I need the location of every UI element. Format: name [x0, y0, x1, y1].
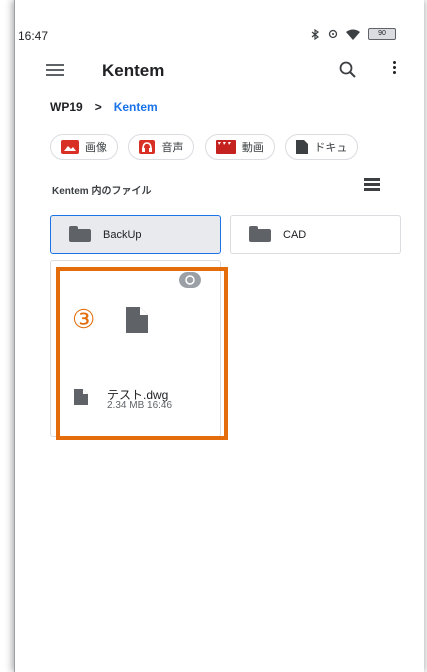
chip-images[interactable]: 画像 — [50, 134, 118, 160]
audio-icon — [139, 140, 156, 154]
chip-documents[interactable]: ドキュ — [285, 134, 359, 160]
breadcrumb: WP19 > Kentem — [50, 100, 158, 114]
hamburger-menu-icon[interactable] — [46, 64, 64, 78]
list-view-icon[interactable] — [364, 178, 380, 192]
image-icon — [61, 140, 79, 154]
folder-icon — [69, 226, 91, 242]
status-icons: 90 — [311, 28, 396, 40]
breadcrumb-current[interactable]: Kentem — [114, 100, 158, 114]
app-title: Kentem — [102, 61, 165, 80]
document-icon — [296, 140, 309, 154]
battery-icon: 90 — [368, 28, 396, 40]
chip-video[interactable]: 動画 — [204, 134, 275, 160]
video-icon — [215, 140, 236, 154]
search-icon[interactable] — [338, 60, 358, 80]
filter-chips: 画像 音声 動画 ドキュ — [50, 134, 420, 160]
breadcrumb-separator: > — [94, 100, 102, 114]
chip-audio[interactable]: 音声 — [128, 134, 195, 160]
more-options-icon[interactable] — [390, 61, 398, 79]
wifi-icon — [346, 29, 360, 40]
folder-cad[interactable]: CAD — [230, 215, 401, 254]
status-bar: 16:47 90 — [14, 22, 406, 50]
location-icon — [328, 29, 338, 38]
folder-backup[interactable]: BackUp — [50, 215, 221, 254]
chip-label: ドキュ — [314, 142, 348, 154]
bluetooth-icon — [311, 28, 320, 40]
annotation-number: ③ — [72, 305, 96, 335]
folder-name: BackUp — [103, 229, 142, 241]
chip-label: 動画 — [241, 142, 264, 154]
breadcrumb-root[interactable]: WP19 — [50, 100, 83, 114]
section-label: Kentem 内のファイル — [52, 186, 152, 197]
folder-icon — [249, 226, 271, 242]
chip-label: 画像 — [85, 142, 107, 154]
annotation-highlight-box — [56, 267, 228, 440]
app-bar: Kentem — [40, 58, 406, 86]
folder-name: CAD — [283, 229, 307, 241]
chip-label: 音声 — [161, 142, 184, 154]
status-time: 16:47 — [18, 29, 49, 43]
